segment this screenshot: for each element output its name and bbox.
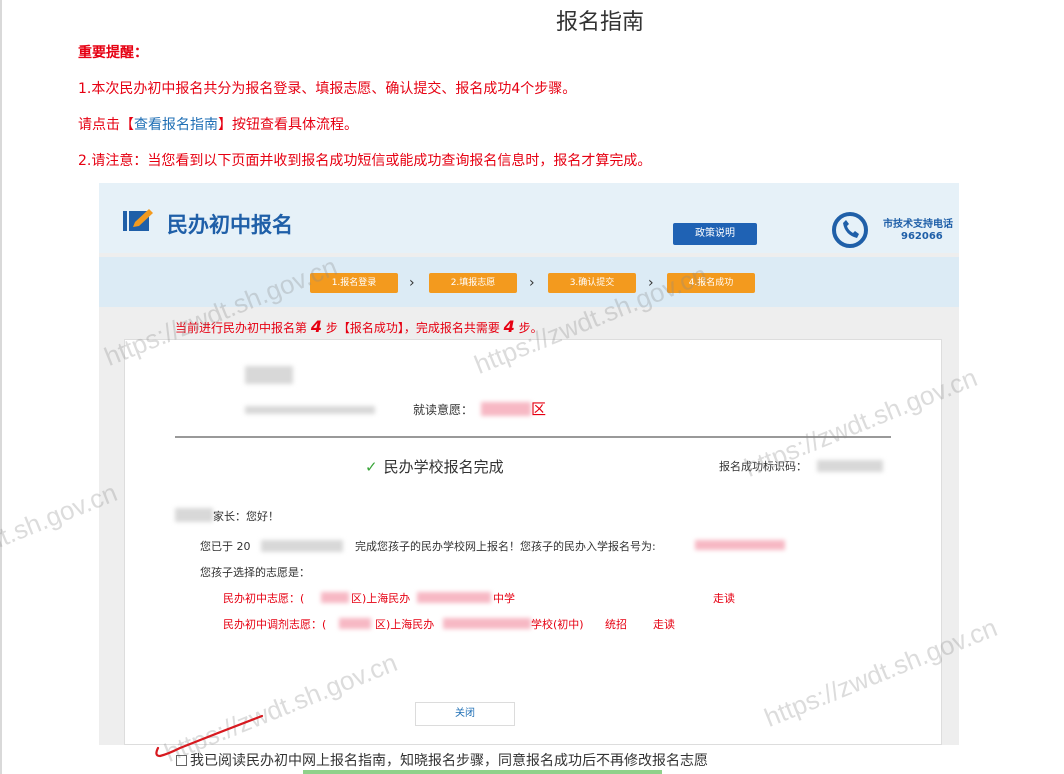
agree-highlight — [303, 770, 662, 774]
steps-bar: 1.报名登录 › 2.填报志愿 › 3.确认提交 › 4.报名成功 — [99, 257, 959, 307]
redacted-district — [481, 402, 531, 416]
choice-1-label: 民办初中志愿：( — [223, 592, 305, 605]
divider — [175, 436, 891, 438]
notice-line-1: 1.本次民办初中报名共分为报名登录、填报志愿、确认提交、报名成功4个步骤。 — [78, 81, 577, 97]
close-button: 关闭 — [415, 702, 515, 726]
page-left-border — [0, 0, 2, 774]
progress-text: 当前进行民办初中报名第 4 步【报名成功】，完成报名共需要 4 步。 — [175, 317, 543, 336]
letter-line-1-prefix: 您已于 20 — [200, 540, 251, 553]
redacted-parent — [175, 508, 213, 522]
page-title: 报名指南 — [555, 10, 644, 35]
choice-2-district: 区)上海民办 — [375, 618, 435, 631]
progress-prefix: 当前进行民办初中报名第 — [175, 321, 308, 335]
notice-line-2-suffix: 】按钮查看具体流程。 — [218, 117, 358, 133]
code-label: 报名成功标识码： — [719, 460, 807, 473]
progress-middle: 步【报名成功】，完成报名共需要 — [325, 321, 500, 335]
redacted-reg-number — [695, 540, 785, 550]
step-arrow-icon: › — [648, 275, 654, 291]
redacted-code — [817, 460, 883, 472]
notice-line-2-prefix: 请点击【 — [78, 117, 134, 133]
view-guide-link[interactable]: 查看报名指南 — [134, 117, 218, 133]
policy-button: 政策说明 — [673, 223, 757, 245]
choice-2-mode: 走读 — [653, 618, 675, 631]
notice-heading: 重要提醒： — [78, 45, 148, 61]
check-icon: ✓ — [365, 458, 378, 476]
notice-line-3: 2.请注意：当您看到以下页面并收到报名成功短信或能成功查询报名信息时，报名才算完… — [78, 153, 652, 169]
progress-suffix: 步。 — [518, 321, 543, 335]
step-arrow-icon: › — [409, 275, 415, 291]
choice-1-mode: 走读 — [713, 592, 735, 605]
notice-line-2: 请点击【查看报名指南】按钮查看具体流程。 — [78, 114, 358, 134]
phone-support-icon — [832, 212, 868, 248]
site-header: 民办初中报名 政策说明 市技术支持电话 962066 — [99, 183, 959, 253]
intent-value: 区 — [531, 400, 547, 418]
letter-line-2: 您孩子选择的志愿是： — [200, 566, 310, 579]
support-phone: 962066 — [901, 231, 943, 242]
choice-2-school: 学校(初中) — [531, 618, 584, 631]
step-2: 2.填报志愿 — [429, 273, 517, 293]
site-title: 民办初中报名 — [167, 213, 293, 237]
complete-title: ✓ 民办学校报名完成 — [365, 456, 504, 477]
agree-checkbox[interactable] — [176, 755, 187, 766]
step-1: 1.报名登录 — [310, 273, 398, 293]
redacted-choice-1-school — [417, 592, 491, 603]
redacted-date — [261, 540, 343, 552]
step-arrow-icon: › — [529, 275, 535, 291]
greeting: 家长：您好！ — [213, 510, 279, 523]
result-card: 就读意愿： 区 ✓ 民办学校报名完成 报名成功标识码： 家长：您好！ 您已于 20… — [124, 339, 942, 745]
redacted-choice-1-district — [321, 592, 349, 603]
complete-title-text: 民办学校报名完成 — [383, 458, 504, 476]
support-label: 市技术支持电话 — [883, 219, 953, 230]
agree-label[interactable]: 我已阅读民办初中网上报名指南，知晓报名步骤，同意报名成功后不再修改报名志愿 — [190, 753, 708, 769]
choice-1-school: 中学 — [493, 592, 515, 605]
choice-2-type: 统招 — [605, 618, 627, 631]
choice-1-district: 区)上海民办 — [351, 592, 411, 605]
redacted-name — [245, 366, 293, 384]
intent-label: 就读意愿： — [413, 403, 474, 417]
step-4: 4.报名成功 — [667, 273, 755, 293]
letter-line-1: 完成您孩子的民办学校网上报名！您孩子的民办入学报名号为: — [355, 540, 656, 553]
progress-step: 4 — [310, 317, 322, 336]
redacted-choice-2-school — [443, 618, 531, 629]
choice-2-label: 民办初中调剂志愿：( — [223, 618, 327, 631]
redacted-choice-2-district — [339, 618, 371, 629]
progress-total: 4 — [503, 317, 515, 336]
redacted-id — [245, 406, 375, 414]
example-screenshot: 民办初中报名 政策说明 市技术支持电话 962066 1.报名登录 › 2.填报… — [99, 183, 959, 745]
agree-checkbox-row[interactable]: 我已阅读民办初中网上报名指南，知晓报名步骤，同意报名成功后不再修改报名志愿 — [176, 750, 708, 770]
edit-logo-icon — [123, 209, 153, 231]
step-3: 3.确认提交 — [548, 273, 636, 293]
